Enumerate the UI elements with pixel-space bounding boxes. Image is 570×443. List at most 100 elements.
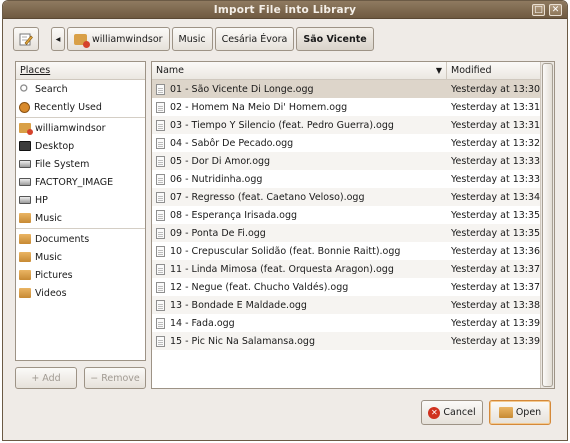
file-row[interactable]: 15 - Pic Nic Na Salamansa.ogg Yesterday a… [152,332,554,350]
file-row[interactable]: 09 - Ponta De Fi.ogg Yesterday at 13:35 [152,224,554,242]
disk-icon [19,178,31,186]
maximize-icon[interactable]: □ [532,4,545,16]
file-name: 05 - Dor Di Amor.ogg [170,155,271,167]
file-name: 15 - Pic Nic Na Salamansa.ogg [170,335,315,347]
audio-file-icon [156,263,165,275]
file-modified: Yesterday at 13:31 [451,101,541,113]
folder-icon [19,288,31,298]
place-hp[interactable]: HP [16,191,145,209]
place-file-system[interactable]: File System [16,155,145,173]
file-modified: Yesterday at 13:37 [451,281,541,293]
audio-file-icon [156,101,165,113]
place-label: HP [35,194,48,206]
recent-icon [19,101,30,113]
file-modified: Yesterday at 13:35 [451,209,541,221]
column-header-name[interactable]: Name ▼ [152,62,447,79]
audio-file-icon [156,281,165,293]
audio-file-icon [156,119,165,131]
cancel-icon: ✕ [428,406,441,419]
file-list: Name ▼ Modified 01 - São Vicente Di Long… [151,61,555,389]
crumb-music[interactable]: Music [171,27,213,51]
open-button[interactable]: Open [489,400,551,425]
vertical-scrollbar[interactable] [540,62,554,388]
place-label: Videos [35,287,67,299]
places-separator [16,228,145,229]
place-search[interactable]: Search [16,80,145,98]
file-name: 01 - São Vicente Di Longe.ogg [170,83,314,95]
folder-icon [19,252,31,262]
audio-file-icon [156,335,165,347]
minus-icon: − [90,372,99,384]
file-modified: Yesterday at 13:35 [451,227,541,239]
file-row[interactable]: 13 - Bondade E Maldade.ogg Yesterday at 1… [152,296,554,314]
places-header-label: Places [20,65,51,76]
place-label: Music [35,212,63,224]
type-location-button[interactable] [13,27,39,51]
file-name: 04 - Sabôr De Pecado.ogg [170,137,294,149]
scrollbar-thumb[interactable] [542,63,553,387]
crumb-cesaria-evora[interactable]: Cesária Évora [214,27,295,51]
file-row[interactable]: 08 - Esperança Irisada.ogg Yesterday at 1… [152,206,554,224]
plus-icon: + [31,372,40,384]
place-label: Desktop [35,140,75,152]
file-name: 12 - Negue (feat. Chucho Valdés).ogg [170,281,349,293]
file-row[interactable]: 14 - Fada.ogg Yesterday at 13:39 [152,314,554,332]
file-row[interactable]: 12 - Negue (feat. Chucho Valdés).ogg Yest… [152,278,554,296]
file-rows: 01 - São Vicente Di Longe.ogg Yesterday a… [152,80,554,350]
sort-descending-icon: ▼ [435,66,442,75]
place-music-device[interactable]: Music [16,209,145,227]
file-row[interactable]: 06 - Nutridinha.ogg Yesterday at 13:33 [152,170,554,188]
place-recently-used[interactable]: Recently Used [16,98,145,116]
file-name: 07 - Regresso (feat. Caetano Veloso).ogg [170,191,365,203]
file-row[interactable]: 10 - Crepuscular Solidão (feat. Bonnie R… [152,242,554,260]
column-modified-label: Modified [451,65,492,76]
pencil-edit-icon [19,33,33,45]
dialog-buttons: ✕ Cancel Open [415,400,551,425]
place-label: Documents [35,233,90,245]
remove-place-button[interactable]: − Remove [84,367,146,389]
path-scroll-left-button[interactable]: ◂ [51,27,65,51]
remove-label: Remove [101,372,140,384]
file-row[interactable]: 01 - São Vicente Di Longe.ogg Yesterday a… [152,80,554,98]
crumb-label: São Vicente [303,33,367,45]
cancel-button[interactable]: ✕ Cancel [421,400,483,425]
close-icon[interactable]: ✕ [549,4,562,16]
crumb-williamwindsor[interactable]: williamwindsor [67,27,170,51]
file-name: 13 - Bondade E Maldade.ogg [170,299,307,311]
path-bar: ◂ williamwindsor Music Cesária Évora São… [13,27,557,51]
file-modified: Yesterday at 13:36 [451,245,541,257]
audio-file-icon [156,227,165,239]
place-videos[interactable]: Videos [16,284,145,302]
import-file-dialog: Import File into Library □ ✕ ◂ williamwi… [2,0,568,441]
file-row[interactable]: 04 - Sabôr De Pecado.ogg Yesterday at 13:… [152,134,554,152]
open-label: Open [515,407,542,418]
place-pictures[interactable]: Pictures [16,266,145,284]
places-header[interactable]: Places [16,62,145,80]
title-bar[interactable]: Import File into Library □ ✕ [3,1,567,19]
crumb-label: Music [178,33,206,45]
file-row[interactable]: 02 - Homem Na Meio Di' Homem.ogg Yesterda… [152,98,554,116]
add-place-button[interactable]: + Add [15,367,77,389]
file-row[interactable]: 11 - Linda Mimosa (feat. Orquesta Aragon… [152,260,554,278]
arrow-left-icon: ◂ [55,33,61,45]
file-name: 08 - Esperança Irisada.ogg [170,209,298,221]
file-row[interactable]: 05 - Dor Di Amor.ogg Yesterday at 13:33 [152,152,554,170]
place-factory-image[interactable]: FACTORY_IMAGE [16,173,145,191]
audio-file-icon [156,245,165,257]
place-home[interactable]: williamwindsor [16,119,145,137]
place-documents[interactable]: Documents [16,230,145,248]
column-header-modified[interactable]: Modified [447,62,540,79]
place-music[interactable]: Music [16,248,145,266]
place-label: Recently Used [34,101,102,113]
audio-file-icon [156,299,165,311]
folder-icon [19,270,31,280]
file-name: 02 - Homem Na Meio Di' Homem.ogg [170,101,348,113]
audio-file-icon [156,155,165,167]
crumb-label: Cesária Évora [221,33,288,45]
file-row[interactable]: 07 - Regresso (feat. Caetano Veloso).ogg… [152,188,554,206]
crumb-sao-vicente[interactable]: São Vicente [296,27,374,51]
open-folder-icon [498,407,513,418]
place-desktop[interactable]: Desktop [16,137,145,155]
file-row[interactable]: 03 - Tiempo Y Silencio (feat. Pedro Guer… [152,116,554,134]
file-name: 10 - Crepuscular Solidão (feat. Bonnie R… [170,245,401,257]
